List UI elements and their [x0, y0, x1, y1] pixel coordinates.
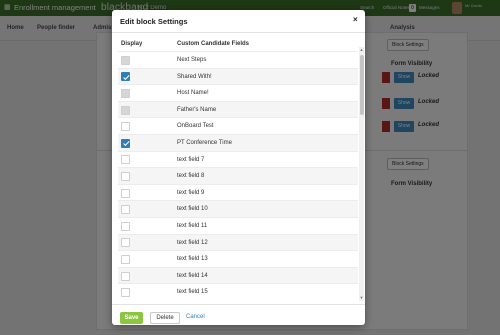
field-row: Host Name!	[118, 84, 358, 101]
display-checkbox	[121, 88, 130, 98]
dialog-title: Edit block Settings	[120, 17, 188, 26]
display-checkbox[interactable]	[121, 171, 130, 181]
field-row: text field 8	[118, 167, 358, 184]
field-label: PT Conference Time	[177, 139, 232, 146]
field-row: text field 11	[118, 216, 358, 234]
footer-divider	[112, 304, 365, 305]
field-row: text field 10	[118, 200, 358, 217]
field-row: text field 12	[118, 233, 358, 251]
display-checkbox[interactable]	[121, 138, 130, 148]
display-checkbox[interactable]	[121, 122, 130, 132]
scroll-down-icon[interactable]: ▼	[359, 295, 364, 300]
display-checkbox[interactable]	[121, 238, 130, 248]
field-label: text field 9	[177, 189, 205, 196]
field-label: text field 8	[177, 173, 205, 180]
field-row: PT Conference Time	[118, 133, 358, 151]
field-label: text field 11	[177, 222, 208, 229]
field-row: Father's Name	[118, 100, 358, 118]
field-row: OnBoard Test	[118, 117, 358, 134]
display-column-header: Display	[121, 41, 143, 47]
field-row: Shared With!	[118, 67, 358, 85]
field-label: text field 15	[177, 289, 208, 296]
fields-scrollbar[interactable]: ▲ ▼	[359, 47, 364, 301]
save-button[interactable]: Save	[120, 312, 143, 324]
field-label: text field 14	[177, 272, 208, 279]
display-checkbox[interactable]	[121, 205, 130, 215]
field-label: text field 10	[177, 206, 208, 213]
delete-button[interactable]: Delete	[150, 312, 180, 324]
field-row: text field 13	[118, 250, 358, 267]
field-label: Shared With!	[177, 73, 212, 80]
scroll-up-icon[interactable]: ▲	[359, 47, 364, 52]
field-row: text field 14	[118, 266, 358, 284]
field-label: text field 12	[177, 239, 208, 246]
scroll-thumb[interactable]	[359, 55, 364, 115]
field-label: OnBoard Test	[177, 123, 214, 130]
display-checkbox[interactable]	[121, 221, 130, 231]
display-checkbox[interactable]	[121, 288, 130, 298]
edit-block-settings-dialog: Edit block Settings × Display Custom Can…	[112, 10, 365, 325]
field-label: Host Name!	[177, 90, 209, 97]
fields-list: Next Steps Shared With! Host Name! Father's…	[118, 51, 358, 298]
display-checkbox	[121, 55, 130, 65]
field-row: text field 15	[118, 283, 358, 298]
field-label: text field 13	[177, 256, 208, 263]
display-checkbox[interactable]	[121, 254, 130, 264]
display-checkbox[interactable]	[121, 155, 130, 165]
field-label: Father's Name	[177, 106, 217, 113]
cancel-button[interactable]: Cancel	[186, 314, 205, 320]
header-divider	[112, 32, 365, 33]
field-label: Next Steps	[177, 57, 207, 63]
display-checkbox[interactable]	[121, 72, 130, 82]
display-checkbox[interactable]	[121, 188, 130, 198]
display-checkbox	[121, 105, 130, 115]
display-checkbox[interactable]	[121, 271, 130, 281]
fields-column-header: Custom Candidate Fields	[177, 41, 250, 47]
field-label: text field 7	[177, 156, 205, 163]
field-row: Next Steps	[118, 51, 358, 68]
field-row: text field 9	[118, 183, 358, 201]
close-icon[interactable]: ×	[353, 15, 358, 24]
field-row: text field 7	[118, 150, 358, 168]
